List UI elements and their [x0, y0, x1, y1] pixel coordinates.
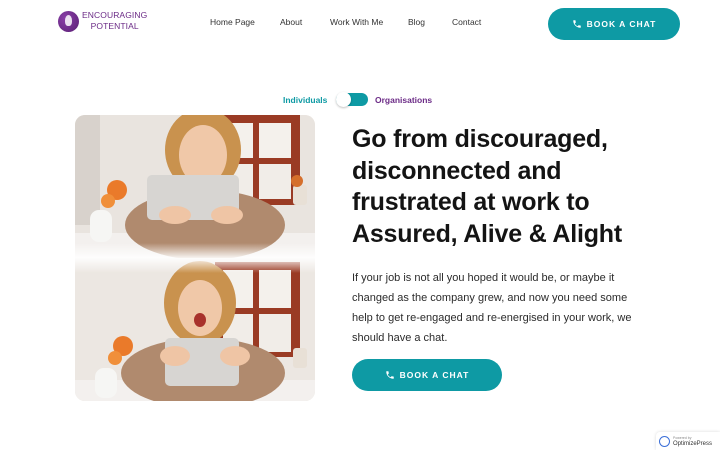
- joyful-woman-image: [75, 258, 315, 401]
- nav-item-about[interactable]: About: [280, 17, 330, 27]
- optimizepress-icon: [659, 435, 670, 447]
- nav-item-blog[interactable]: Blog: [408, 17, 452, 27]
- nav-item-home[interactable]: Home Page: [210, 17, 280, 27]
- logo-line-2: POTENTIAL: [90, 21, 139, 31]
- hero-book-chat-button[interactable]: BOOK A CHAT: [352, 359, 502, 391]
- badge-label: OptimizePress: [673, 441, 713, 447]
- header-book-chat-label: BOOK A CHAT: [586, 19, 657, 29]
- audience-toggle: Individuals Organisations: [0, 92, 720, 107]
- phone-icon: [572, 20, 581, 28]
- logo-icon: [58, 10, 79, 32]
- logo-line-1: ENCOURAGING: [82, 10, 148, 20]
- hero-book-chat-label: BOOK A CHAT: [399, 370, 470, 380]
- site-header: ENCOURAGING POTENTIAL Home Page About Wo…: [0, 0, 720, 46]
- switch-knob: [336, 92, 351, 107]
- image-blend: [75, 243, 315, 273]
- hero-body-text: If your job is not all you hoped it woul…: [352, 272, 632, 344]
- toggle-label-individuals[interactable]: Individuals: [283, 95, 327, 105]
- phone-icon: [385, 371, 394, 379]
- logo[interactable]: ENCOURAGING POTENTIAL: [58, 10, 147, 32]
- main-nav: Home Page About Work With Me Blog Contac…: [210, 17, 492, 27]
- audience-switch[interactable]: [336, 92, 368, 107]
- nav-item-work-with-me[interactable]: Work With Me: [330, 17, 408, 27]
- optimizepress-badge[interactable]: Powered by OptimizePress: [656, 432, 720, 450]
- header-book-chat-button[interactable]: BOOK A CHAT: [548, 8, 680, 40]
- hero-image: [75, 115, 315, 401]
- logo-text: ENCOURAGING POTENTIAL: [82, 10, 147, 32]
- nav-item-contact[interactable]: Contact: [452, 17, 492, 27]
- frustrated-woman-image: [75, 115, 315, 258]
- toggle-label-organisations[interactable]: Organisations: [375, 95, 432, 105]
- badge-text: Powered by OptimizePress: [673, 435, 712, 447]
- hero-headline: Go from discouraged, disconnected and fr…: [352, 125, 622, 248]
